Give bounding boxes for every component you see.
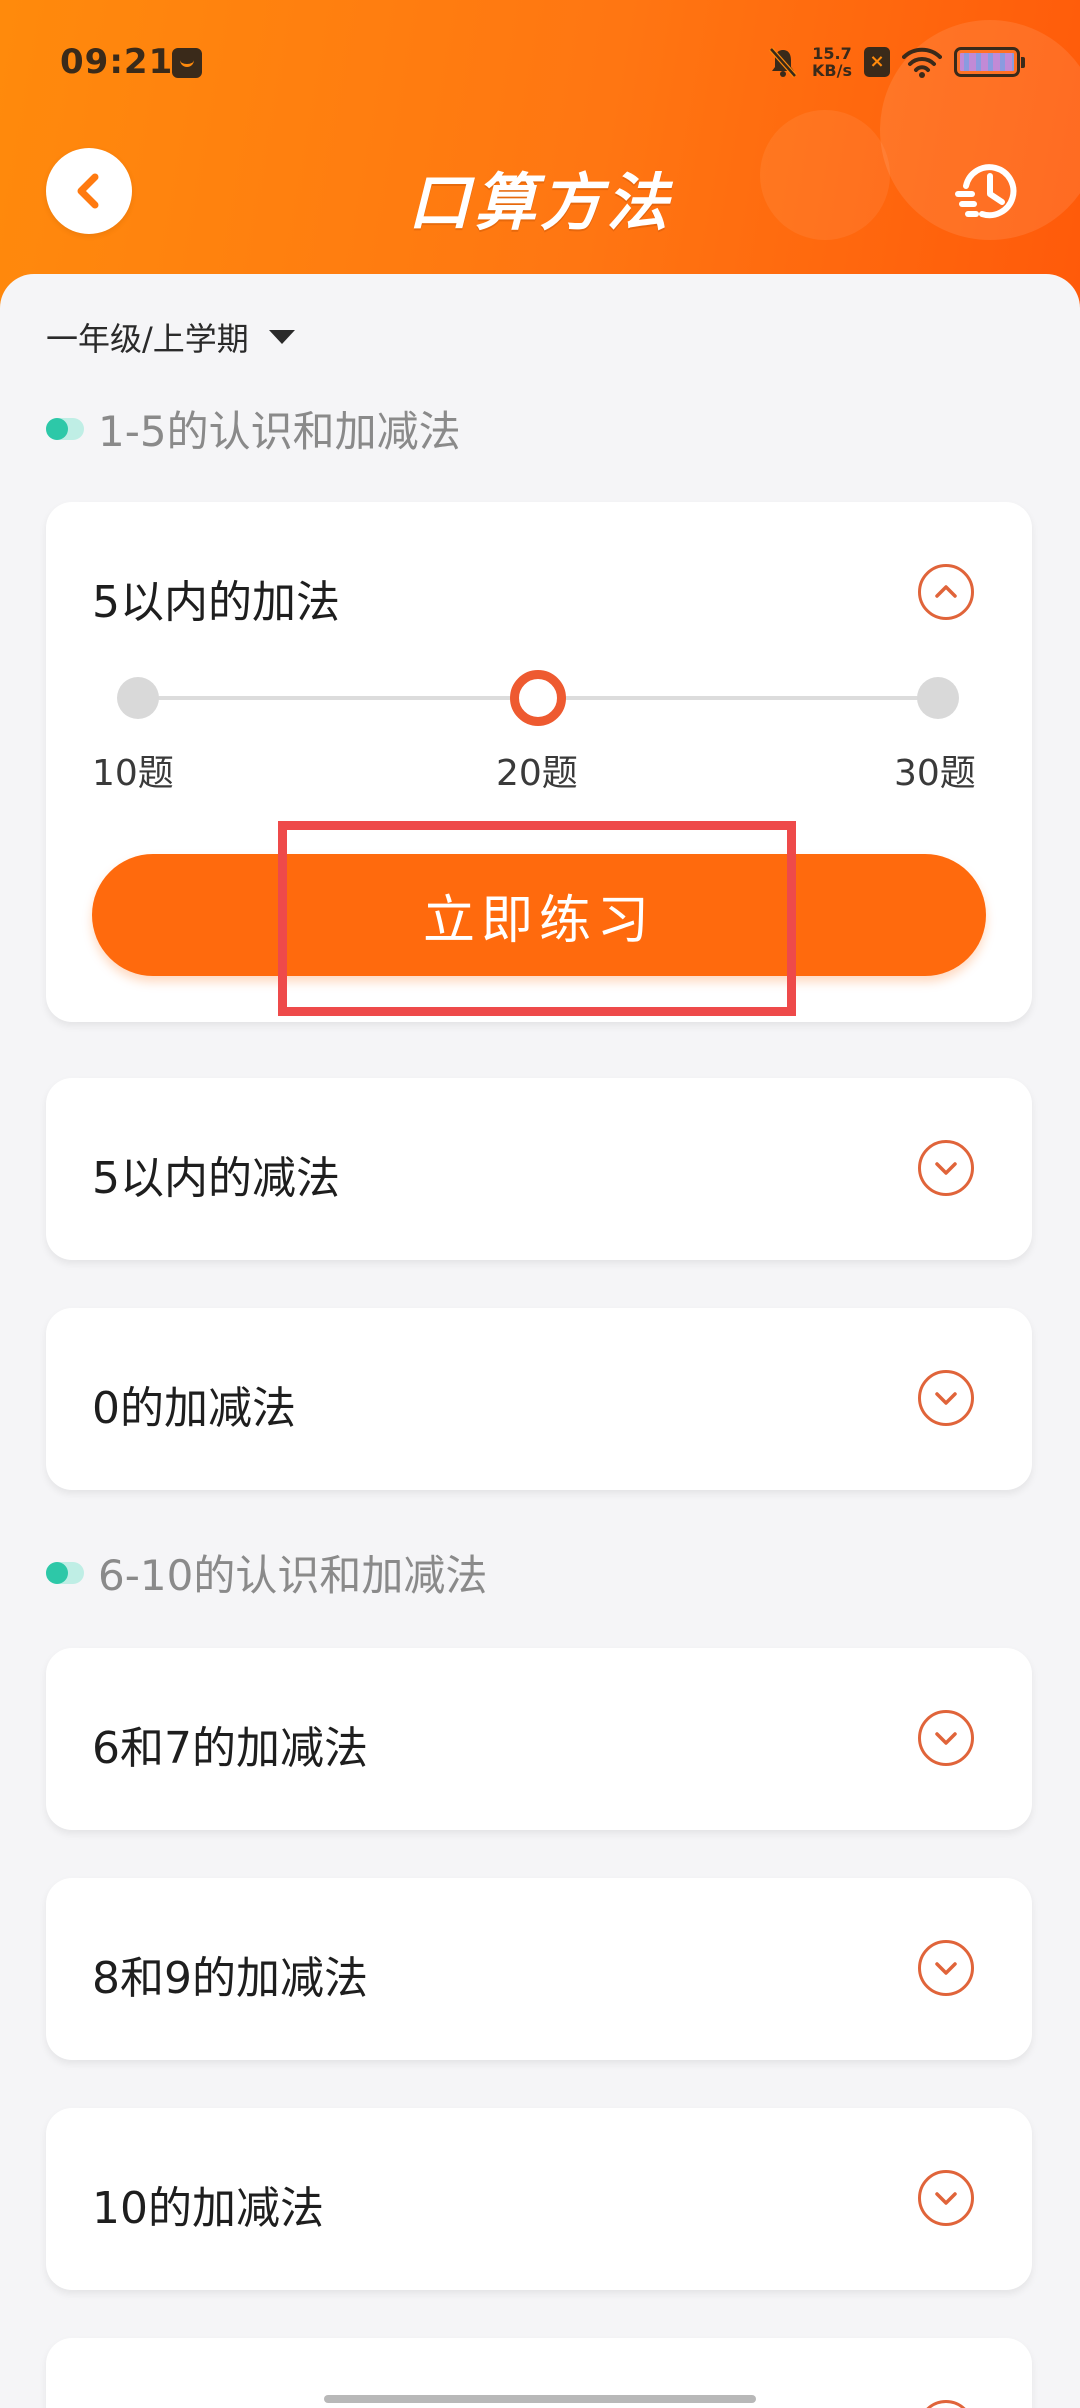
expand-button[interactable] xyxy=(918,1140,974,1196)
slider-label-20: 20题 xyxy=(496,753,578,794)
lesson-card-title: 5以内的减法 xyxy=(92,1153,340,1204)
lesson-card-title: 0的加减法 xyxy=(92,1383,296,1434)
caret-down-icon xyxy=(268,330,295,344)
lesson-card-title: 10的加减法 xyxy=(92,2183,324,2234)
lesson-card[interactable]: 0的加减法 xyxy=(46,1308,1032,1490)
app-notification-icon xyxy=(172,48,202,78)
chevron-down-icon xyxy=(935,2192,957,2205)
chevron-down-icon xyxy=(935,1962,957,1975)
section-title: 6-10的认识和加减法 xyxy=(46,1542,487,1603)
chevron-up-icon xyxy=(935,585,957,598)
chevron-down-icon xyxy=(935,1162,957,1175)
slider-option-10[interactable] xyxy=(117,677,159,719)
status-bar: 09:21 15.7 KB/s × xyxy=(0,0,1080,130)
section-dot-icon xyxy=(46,1561,84,1584)
network-speed-unit: KB/s xyxy=(812,61,852,80)
header: 09:21 15.7 KB/s × 口算方法 xyxy=(0,0,1080,320)
history-clock-icon xyxy=(955,164,1017,219)
wifi-icon xyxy=(902,47,942,78)
lesson-card[interactable]: 10的加减法 xyxy=(46,2108,1032,2290)
sim-status-icon: × xyxy=(864,47,890,77)
home-indicator[interactable] xyxy=(324,2395,756,2403)
expand-button[interactable] xyxy=(918,1370,974,1426)
chevron-down-icon xyxy=(935,1392,957,1405)
section-title-label: 6-10的认识和加减法 xyxy=(98,1551,488,1600)
battery-icon xyxy=(954,47,1025,77)
lesson-card[interactable]: 6和7的加减法 xyxy=(46,1648,1032,1830)
lesson-card-title: 8和9的加减法 xyxy=(92,1953,368,2004)
expand-button[interactable] xyxy=(918,1940,974,1996)
chevron-down-icon xyxy=(935,1732,957,1745)
expand-button[interactable] xyxy=(918,2400,974,2408)
grade-selector[interactable]: 一年级/上学期 xyxy=(46,314,295,360)
content-sheet: 一年级/上学期 1-5的认识和加减法 5以内的加法 10题 20题 30题 立即… xyxy=(0,274,1080,2408)
expand-button[interactable] xyxy=(918,1710,974,1766)
status-time: 09:21 xyxy=(60,42,174,82)
screen: 09:21 15.7 KB/s × 口算方法 一年级/上学期 1-5的认识和加减… xyxy=(0,0,1080,2408)
lesson-card[interactable]: 8和9的加减法 xyxy=(46,1878,1032,2060)
lesson-card-expanded: 5以内的加法 10题 20题 30题 立即练习 xyxy=(46,502,1032,1022)
lesson-card-title: 6和7的加减法 xyxy=(92,1723,368,1774)
section-dot-icon xyxy=(46,417,84,440)
slider-label-30: 30题 xyxy=(894,753,976,794)
lesson-card[interactable]: 5以内的减法 xyxy=(46,1078,1032,1260)
section-title-label: 1-5的认识和加减法 xyxy=(98,407,461,456)
page-title: 口算方法 xyxy=(407,166,672,239)
start-practice-button[interactable]: 立即练习 xyxy=(92,854,986,976)
collapse-button[interactable] xyxy=(918,564,974,620)
status-icons: 15.7 KB/s × xyxy=(766,40,1025,84)
slider-option-20[interactable] xyxy=(510,670,566,726)
slider-label-10: 10题 xyxy=(92,753,174,794)
network-speed-value: 15.7 xyxy=(812,44,852,63)
slider-option-30[interactable] xyxy=(917,677,959,719)
section-title: 1-5的认识和加减法 xyxy=(46,398,461,459)
history-button[interactable] xyxy=(948,152,1028,232)
mute-bell-icon xyxy=(769,47,797,78)
lesson-card-title: 5以内的加法 xyxy=(92,577,340,628)
network-speed: 15.7 KB/s xyxy=(812,45,852,79)
grade-selector-value: 一年级/上学期 xyxy=(46,320,249,358)
expand-button[interactable] xyxy=(918,2170,974,2226)
